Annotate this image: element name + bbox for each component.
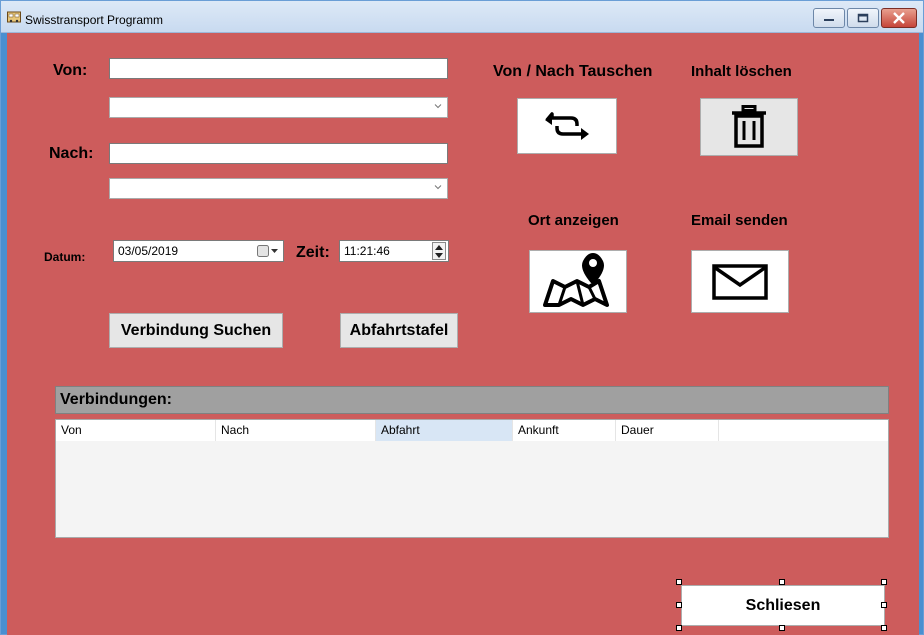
time-spinner[interactable] <box>432 242 446 260</box>
nach-label: Nach: <box>49 145 94 162</box>
minimize-button[interactable] <box>813 8 845 28</box>
column-header-ankunft[interactable]: Ankunft <box>513 420 616 441</box>
nach-suggestions-dropdown[interactable] <box>109 178 448 199</box>
swap-arrows-icon <box>545 112 589 140</box>
resize-handle-top-left[interactable] <box>676 579 682 585</box>
von-suggestions-dropdown[interactable] <box>109 97 448 118</box>
close-button[interactable]: Schliesen <box>681 585 885 626</box>
table-header-row: Von Nach Abfahrt Ankunft Dauer <box>56 420 888 441</box>
swap-label: Von / Nach Tauschen <box>493 63 653 80</box>
time-picker[interactable]: 11:21:46 <box>339 240 449 262</box>
resize-handle-bottom-right[interactable] <box>881 625 887 631</box>
app-window: Swisstransport Programm Von: Nach: Datum… <box>0 0 924 635</box>
app-icon <box>7 11 21 23</box>
maximize-icon <box>848 9 878 27</box>
von-label: Von: <box>53 62 88 79</box>
nach-input[interactable] <box>109 143 448 164</box>
column-header-dauer[interactable]: Dauer <box>616 420 719 441</box>
clear-button[interactable] <box>700 98 798 156</box>
maximize-button[interactable] <box>847 8 879 28</box>
column-header-nach[interactable]: Nach <box>216 420 376 441</box>
title-bar[interactable]: Swisstransport Programm <box>1 1 923 33</box>
swap-button[interactable] <box>517 98 617 154</box>
trash-icon <box>732 105 766 148</box>
zeit-label: Zeit: <box>296 244 330 261</box>
send-email-button[interactable] <box>691 250 789 313</box>
date-picker[interactable]: 03/05/2019 <box>113 240 284 262</box>
connections-header: Verbindungen: <box>55 386 889 414</box>
chevron-down-icon <box>434 185 442 190</box>
minimize-icon <box>814 9 844 27</box>
von-input[interactable] <box>109 58 448 79</box>
search-connection-button[interactable]: Verbindung Suchen <box>109 313 283 348</box>
window-title: Swisstransport Programm <box>25 13 164 27</box>
resize-handle-right[interactable] <box>881 602 887 608</box>
window-controls <box>813 8 917 30</box>
time-value: 11:21:46 <box>344 244 390 258</box>
show-location-button[interactable] <box>529 250 627 313</box>
form-client-area: Von: Nach: Datum: 03/05/2019 Zeit: 11:21… <box>7 33 919 635</box>
column-header-von[interactable]: Von <box>56 420 216 441</box>
column-header-abfahrt[interactable]: Abfahrt <box>376 420 513 441</box>
spin-up-icon[interactable] <box>433 243 445 251</box>
resize-handle-bottom-left[interactable] <box>676 625 682 631</box>
chevron-down-icon <box>434 104 442 109</box>
datum-label: Datum: <box>44 250 86 264</box>
resize-handle-bottom[interactable] <box>779 625 785 631</box>
date-value: 03/05/2019 <box>118 244 179 258</box>
spin-down-icon[interactable] <box>433 251 445 259</box>
clear-label: Inhalt löschen <box>691 63 792 80</box>
connections-table[interactable]: Von Nach Abfahrt Ankunft Dauer <box>55 419 889 538</box>
close-icon <box>882 9 916 27</box>
calendar-dropdown-icon[interactable] <box>257 244 279 258</box>
send-email-label: Email senden <box>691 212 788 229</box>
close-window-button[interactable] <box>881 8 917 28</box>
envelope-icon <box>712 263 768 300</box>
resize-handle-top[interactable] <box>779 579 785 585</box>
map-pin-icon <box>543 252 609 307</box>
show-location-label: Ort anzeigen <box>528 212 619 229</box>
departure-board-button[interactable]: Abfahrtstafel <box>340 313 458 348</box>
resize-handle-left[interactable] <box>676 602 682 608</box>
resize-handle-top-right[interactable] <box>881 579 887 585</box>
